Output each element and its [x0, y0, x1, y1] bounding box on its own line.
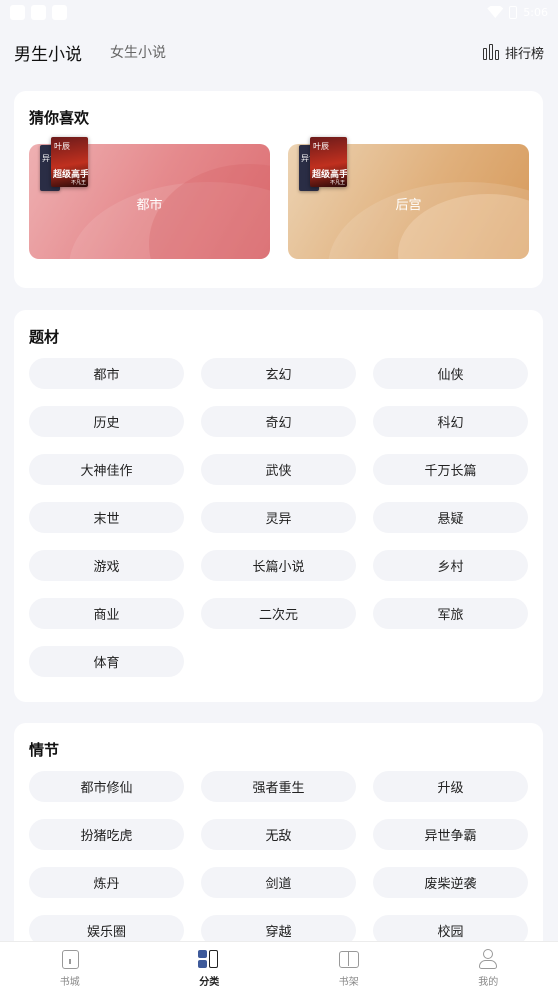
- guess-you-like-card: 猜你喜欢 都市 异世 叶辰 超级高手 不凡王 后宫 异世 叶辰 超级高手 不凡王: [14, 91, 543, 288]
- tab-label: 分类: [199, 977, 220, 988]
- notification-icon: [31, 4, 46, 20]
- tab-label: 书城: [59, 977, 80, 988]
- theme-tag[interactable]: 乡村: [373, 550, 528, 581]
- tab-bookshelf[interactable]: 书架: [279, 942, 419, 992]
- guess-title: 猜你喜欢: [29, 109, 90, 127]
- tab-label: 书架: [338, 977, 359, 988]
- store-icon: [58, 949, 82, 970]
- theme-tag[interactable]: 灵异: [201, 502, 356, 533]
- theme-tag[interactable]: 体育: [29, 646, 184, 677]
- tab-profile[interactable]: 我的: [419, 942, 558, 992]
- ranking-label: 排行榜: [504, 46, 544, 62]
- notification-icon: [52, 4, 67, 20]
- plot-tag[interactable]: 异世争霸: [373, 819, 528, 850]
- tab-bookstore[interactable]: 书城: [0, 942, 140, 992]
- top-nav: 男生小说 女生小说 排行榜: [0, 30, 558, 74]
- bottom-tab-bar: 书城 分类 书架 我的: [0, 941, 558, 992]
- theme-tag[interactable]: 武侠: [201, 454, 356, 485]
- ranking-button[interactable]: 排行榜: [482, 43, 544, 62]
- theme-tag[interactable]: 都市: [29, 358, 184, 389]
- status-time: 5:06: [523, 5, 548, 19]
- tab-label: 我的: [478, 977, 499, 988]
- theme-tag[interactable]: 悬疑: [373, 502, 528, 533]
- plots-title: 情节: [29, 741, 60, 759]
- themes-card: 题材 都市 玄幻 仙侠 历史 奇幻 科幻 大神佳作 武侠 千万长篇 末世 灵异 …: [14, 310, 543, 702]
- status-bar: 5:06: [0, 0, 558, 24]
- theme-tag[interactable]: 大神佳作: [29, 454, 184, 485]
- wifi-icon: [487, 6, 504, 18]
- tab-male-novels[interactable]: 男生小说: [14, 40, 82, 65]
- plot-tag[interactable]: 炼丹: [29, 867, 184, 898]
- book-cover-image: 异世 叶辰 超级高手 不凡王: [299, 137, 359, 195]
- themes-title: 题材: [29, 328, 60, 346]
- plot-tag[interactable]: 扮猪吃虎: [29, 819, 184, 850]
- status-icons-left: [10, 4, 67, 20]
- theme-tag[interactable]: 千万长篇: [373, 454, 528, 485]
- plot-tag[interactable]: 废柴逆袭: [373, 867, 528, 898]
- theme-tag[interactable]: 仙侠: [373, 358, 528, 389]
- theme-tag[interactable]: 玄幻: [201, 358, 356, 389]
- theme-tag[interactable]: 科幻: [373, 406, 528, 437]
- tab-category[interactable]: 分类: [140, 942, 280, 992]
- bookshelf-icon: [337, 949, 361, 970]
- plot-tag[interactable]: 无敌: [201, 819, 356, 850]
- book-cover-image: 异世 叶辰 超级高手 不凡王: [40, 137, 100, 195]
- notification-icon: [10, 4, 25, 20]
- plot-tag[interactable]: 剑道: [201, 867, 356, 898]
- theme-tag[interactable]: 奇幻: [201, 406, 356, 437]
- theme-tag[interactable]: 商业: [29, 598, 184, 629]
- guess-tile-label: 都市: [136, 198, 163, 213]
- profile-icon: [476, 949, 500, 970]
- plot-tag[interactable]: 强者重生: [201, 771, 356, 802]
- battery-icon: [509, 5, 518, 19]
- status-icons-right: 5:06: [487, 5, 548, 19]
- guess-tile-label: 后宫: [395, 198, 422, 213]
- theme-tag[interactable]: 历史: [29, 406, 184, 437]
- theme-tag[interactable]: 游戏: [29, 550, 184, 581]
- category-icon: [197, 949, 221, 970]
- theme-tag[interactable]: 长篇小说: [201, 550, 356, 581]
- theme-tag[interactable]: 军旅: [373, 598, 528, 629]
- plot-tag[interactable]: 都市修仙: [29, 771, 184, 802]
- theme-tag[interactable]: 二次元: [201, 598, 356, 629]
- tab-female-novels[interactable]: 女生小说: [110, 42, 166, 62]
- plot-tag[interactable]: 升级: [373, 771, 528, 802]
- theme-tag[interactable]: 末世: [29, 502, 184, 533]
- ranking-icon: [482, 44, 499, 60]
